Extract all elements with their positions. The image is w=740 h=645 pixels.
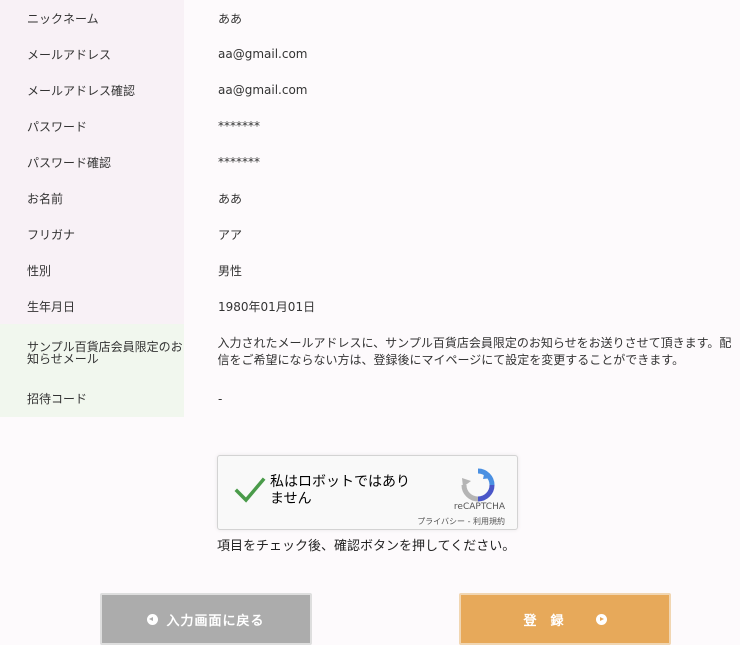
row-furigana: フリガナ アア [0,216,740,252]
checkmark-icon[interactable] [234,476,266,504]
row-email-confirm: メールアドレス確認 aa@gmail.com [0,72,740,108]
row-member-mail: サンプル百貨店会員限定のお知らせメール 入力されたメールアドレスに、サンプル百貨… [0,324,740,380]
field-value: ******* [218,119,260,133]
field-value: 入力されたメールアドレスに、サンプル百貨店会員限定のお知らせをお送りさせて頂きま… [217,336,732,367]
recaptcha-privacy-terms-link[interactable]: プライバシー - 利用規約 [417,516,505,527]
row-invite-code: 招待コード - [0,380,740,417]
recaptcha-label: 私はロボットではありません [270,474,410,507]
field-label: パスワード確認 [0,144,184,180]
field-label: パスワード [0,108,184,144]
row-nickname: ニックネーム ああ [0,0,740,36]
recaptcha-brand: reCAPTCHA [453,502,505,512]
field-value: ******* [218,155,260,169]
field-label: 性別 [0,252,184,288]
row-gender: 性別 男性 [0,252,740,288]
field-label: 招待コード [0,380,184,417]
row-name: お名前 ああ [0,180,740,216]
field-label: メールアドレス確認 [0,72,184,108]
row-email: メールアドレス aa@gmail.com [0,36,740,72]
back-to-input-button[interactable]: 入力画面に戻る [100,593,312,645]
field-label: フリガナ [0,216,184,252]
field-value: aa@gmail.com [218,47,308,61]
register-button-label: 登録 [523,613,578,629]
field-value: 1980年01月01日 [218,299,316,314]
field-value: ああ [218,191,243,206]
field-value: - [218,391,223,406]
row-password-confirm: パスワード確認 ******* [0,144,740,180]
field-label: お名前 [0,180,184,216]
field-value: ああ [218,11,243,26]
field-value: aa@gmail.com [218,83,308,97]
register-button[interactable]: 登録 [459,593,671,645]
arrow-right-circle-icon [595,613,607,625]
field-label: メールアドレス [0,36,184,72]
back-button-label: 入力画面に戻る [166,613,265,629]
arrow-left-circle-icon [147,613,159,625]
row-birthdate: 生年月日 1980年01月01日 [0,288,740,324]
recaptcha-widget[interactable]: 私はロボットではありません reCAPTCHA プライバシー - 利用規約 [217,455,518,530]
field-value: 男性 [218,263,243,278]
instruction-text: 項目をチェック後、確認ボタンを押してください。 [217,539,516,554]
field-label: サンプル百貨店会員限定のお知らせメール [0,324,184,380]
row-password: パスワード ******* [0,108,740,144]
field-value: アア [218,227,243,242]
field-label: 生年月日 [0,288,184,324]
confirmation-table: ニックネーム ああ メールアドレス aa@gmail.com メールアドレス確認… [0,0,740,417]
field-label: ニックネーム [0,0,184,36]
recaptcha-logo-icon [461,468,495,502]
